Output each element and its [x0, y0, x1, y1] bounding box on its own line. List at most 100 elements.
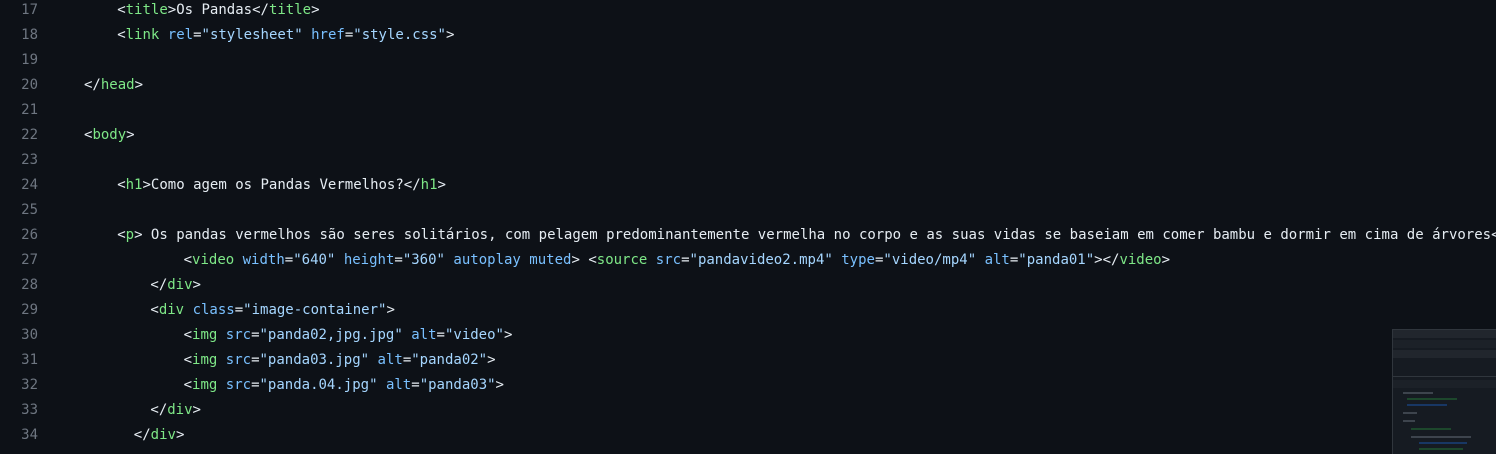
code-line[interactable]: 29 <div class="image-container">	[0, 298, 1496, 323]
code-line[interactable]: 33 </div>	[0, 398, 1496, 423]
line-number: 29	[21, 302, 38, 318]
code-text[interactable]: <img src="panda02,jpg.jpg" alt="video">	[184, 323, 513, 348]
code-token: div	[158, 302, 185, 318]
code-token: >	[134, 77, 144, 93]
code-line[interactable]: 25	[0, 198, 1496, 223]
code-token: link	[125, 27, 160, 43]
code-text[interactable]: <title>Os Pandas</title>	[117, 0, 319, 23]
code-token: >	[142, 177, 151, 193]
code-token: "panda03"	[419, 377, 496, 393]
code-token: =	[402, 352, 412, 368]
code-token: Os Pandas	[176, 2, 253, 18]
code-token: =	[251, 352, 260, 368]
code-token: "stylesheet"	[201, 27, 303, 43]
code-line[interactable]: 20 </head>	[0, 73, 1496, 98]
code-line[interactable]: 32 <img src="panda.04.jpg" alt="panda03">	[0, 373, 1496, 398]
code-token: >	[1161, 252, 1171, 268]
code-line[interactable]: 28 </div>	[0, 273, 1496, 298]
thumbnail-filebar	[1393, 366, 1496, 377]
thumbnail-code-stripe	[1403, 420, 1415, 422]
code-text[interactable]: <body>	[84, 123, 135, 148]
code-line[interactable]: 26 <p> Os pandas vermelhos são seres soli…	[0, 223, 1496, 248]
line-number: 32	[21, 377, 38, 393]
code-text[interactable]: <img src="panda03.jpg" alt="panda02">	[184, 348, 496, 373]
code-token: <	[117, 177, 126, 193]
code-token: title	[268, 2, 312, 18]
code-token: =	[234, 302, 244, 318]
code-token: "640"	[293, 252, 336, 268]
code-token: video	[192, 252, 235, 268]
line-number: 30	[21, 327, 38, 343]
code-line[interactable]: 17 <title>Os Pandas</title>	[0, 0, 1496, 23]
code-token: "image-container"	[243, 302, 387, 318]
code-token: "panda01"	[1018, 252, 1095, 268]
code-line[interactable]: 23	[0, 148, 1496, 173]
code-token: =	[436, 327, 445, 343]
code-token: <	[588, 252, 597, 268]
code-line[interactable]: 31 <img src="panda03.jpg" alt="panda02">	[0, 348, 1496, 373]
code-text[interactable]: </head>	[84, 73, 143, 98]
code-token: alt	[984, 252, 1010, 268]
code-editor[interactable]: 17 <title>Os Pandas</title> 18 <link rel="s…	[0, 0, 1496, 453]
code-token: autoplay	[453, 252, 521, 268]
screenshot-thumbnail[interactable]	[1392, 329, 1496, 454]
code-text[interactable]: <p> Os pandas vermelhos são seres solitá…	[117, 223, 1496, 248]
code-token: >	[192, 277, 201, 293]
code-token: </	[1491, 227, 1496, 243]
code-text[interactable]: </div>	[150, 273, 201, 298]
code-text[interactable]: </div>	[150, 398, 201, 423]
code-text[interactable]: <img src="panda.04.jpg" alt="panda03">	[184, 373, 504, 398]
thumbnail-titlebar	[1393, 330, 1496, 338]
thumbnail-code-stripe	[1403, 412, 1417, 414]
code-token: title	[125, 2, 168, 18]
code-token: rel	[167, 27, 194, 43]
code-text[interactable]: <div class="image-container">	[150, 298, 395, 323]
code-token: </	[403, 177, 421, 193]
code-line[interactable]: 22 <body>	[0, 123, 1496, 148]
code-token: "panda02"	[411, 352, 488, 368]
code-line[interactable]: 34 </div>	[0, 423, 1496, 448]
code-token: "panda03.jpg"	[259, 352, 370, 368]
code-token: </	[133, 427, 151, 443]
code-token: >	[571, 252, 580, 268]
code-token: img	[192, 327, 218, 343]
code-token: <	[117, 27, 126, 43]
code-text[interactable]: <video width="640" height="360" autoplay…	[184, 248, 1170, 273]
code-text[interactable]: <h1>Como agem os Pandas Vermelhos?</h1>	[117, 173, 446, 198]
code-token: <	[150, 302, 159, 318]
code-token: height	[343, 252, 395, 268]
code-token: href	[311, 27, 345, 43]
code-token: h1	[125, 177, 143, 193]
thumbnail-code-stripe	[1407, 404, 1447, 406]
thumbnail-code-stripe	[1411, 436, 1471, 438]
code-line[interactable]: 18 <link rel="stylesheet" href="style.css…	[0, 23, 1496, 48]
code-text[interactable]: <link rel="stylesheet" href="style.css">	[117, 23, 454, 48]
line-number: 19	[21, 52, 38, 68]
line-number: 26	[21, 227, 38, 243]
code-token: </	[150, 277, 168, 293]
thumbnail-code-stripe	[1419, 448, 1463, 450]
code-line[interactable]: 21	[0, 98, 1496, 123]
code-text[interactable]: </div>	[134, 423, 185, 448]
code-token: "pandavideo2.mp4"	[689, 252, 833, 268]
code-token: src	[225, 327, 252, 343]
code-token: </	[84, 77, 101, 93]
code-token: <	[183, 377, 193, 393]
code-line[interactable]: 27 <video width="640" height="360" autopl…	[0, 248, 1496, 273]
code-token: >	[1094, 252, 1103, 268]
code-token: "panda.04.jpg"	[259, 377, 378, 393]
code-line[interactable]: 19	[0, 48, 1496, 73]
code-token: img	[192, 377, 218, 393]
code-token: source	[596, 252, 648, 268]
line-number: 33	[21, 402, 38, 418]
code-line[interactable]: 24 <h1>Como agem os Pandas Vermelhos?</h1…	[0, 173, 1496, 198]
code-line[interactable]: 30 <img src="panda02,jpg.jpg" alt="video"…	[0, 323, 1496, 348]
code-token: src	[225, 377, 252, 393]
line-number: 20	[21, 77, 38, 93]
